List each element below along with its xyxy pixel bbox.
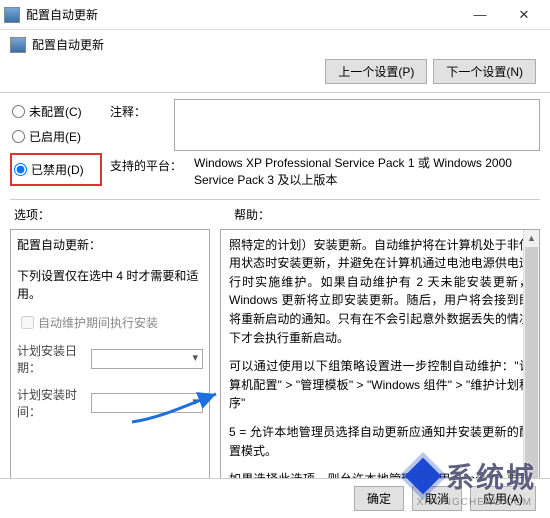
window-buttons: — ✕ <box>458 1 546 29</box>
platform-row: 支持的平台： Windows XP Professional Service P… <box>110 155 540 189</box>
radio-not-configured[interactable]: 未配置(C) <box>10 99 102 124</box>
titlebar: 配置自动更新 — ✕ <box>0 0 550 30</box>
next-setting-button[interactable]: 下一个设置(N) <box>433 59 536 84</box>
options-group-title: 配置自动更新： <box>17 236 203 253</box>
radio-enabled[interactable]: 已启用(E) <box>10 124 102 149</box>
app-icon <box>4 7 20 23</box>
radio-disabled-highlight: 已禁用(D) <box>10 153 102 186</box>
config-area: 未配置(C) 已启用(E) 已禁用(D) 注释： 支持的平台： Windows … <box>0 93 550 197</box>
radio-not-configured-label: 未配置(C) <box>29 103 82 120</box>
config-right: 注释： 支持的平台： Windows XP Professional Servi… <box>110 99 540 193</box>
help-scrollbar[interactable]: ▲ ▼ <box>523 230 539 500</box>
radio-not-configured-input[interactable] <box>12 105 25 118</box>
schedule-time-label: 计划安装时间： <box>17 386 91 420</box>
schedule-day-select[interactable] <box>91 349 203 369</box>
help-p2: 可以通过使用以下组策略设置进一步控制自动维护："计算机配置" > "管理模板" … <box>229 357 531 413</box>
nav-row: 上一个设置(P) 下一个设置(N) <box>0 55 550 93</box>
radio-disabled[interactable]: 已禁用(D) <box>12 157 98 182</box>
policy-title: 配置自动更新 <box>32 36 104 53</box>
schedule-day-label: 计划安装日期： <box>17 342 91 376</box>
options-pane: 配置自动更新： 下列设置仅在选中 4 时才需要和适用。 自动维护期间执行安装 计… <box>10 229 210 501</box>
schedule-day-row: 计划安装日期： <box>17 342 203 376</box>
policy-icon <box>10 37 26 53</box>
auto-maintenance-label: 自动维护期间执行安装 <box>38 314 158 331</box>
dialog-buttons: 确定 取消 应用(A) <box>0 478 550 518</box>
scroll-up-icon[interactable]: ▲ <box>524 230 539 246</box>
options-header: 选项： <box>14 206 214 223</box>
lower-headers: 选项： 帮助： <box>0 204 550 225</box>
close-button[interactable]: ✕ <box>502 1 546 29</box>
scroll-thumb[interactable] <box>525 247 538 483</box>
help-header: 帮助： <box>234 206 536 223</box>
platform-text: Windows XP Professional Service Pack 1 或… <box>194 155 540 189</box>
schedule-time-row: 计划安装时间： <box>17 386 203 420</box>
platform-label: 支持的平台： <box>110 155 194 189</box>
window-title: 配置自动更新 <box>26 6 458 23</box>
comment-row: 注释： <box>110 99 540 151</box>
radio-disabled-label: 已禁用(D) <box>31 161 84 178</box>
auto-maintenance-checkbox-row[interactable]: 自动维护期间执行安装 <box>17 313 203 332</box>
help-p1: 照特定的计划）安装更新。自动维护将在计算机处于非使用状态时安装更新，并避免在计算… <box>229 236 531 348</box>
comment-label: 注释： <box>110 99 174 151</box>
comment-input[interactable] <box>174 99 540 151</box>
divider <box>10 199 540 200</box>
ok-button[interactable]: 确定 <box>354 486 404 511</box>
radio-enabled-input[interactable] <box>12 130 25 143</box>
prev-setting-button[interactable]: 上一个设置(P) <box>325 59 427 84</box>
radio-disabled-input[interactable] <box>14 163 27 176</box>
lower-panes: 配置自动更新： 下列设置仅在选中 4 时才需要和适用。 自动维护期间执行安装 计… <box>0 225 550 509</box>
help-p3: 5 = 允许本地管理员选择自动更新应通知并安装更新的配置模式。 <box>229 423 531 460</box>
radio-enabled-label: 已启用(E) <box>29 128 81 145</box>
minimize-button[interactable]: — <box>458 1 502 29</box>
radio-group: 未配置(C) 已启用(E) 已禁用(D) <box>10 99 102 193</box>
help-pane: 照特定的计划）安装更新。自动维护将在计算机处于非使用状态时安装更新，并避免在计算… <box>220 229 540 501</box>
options-note: 下列设置仅在选中 4 时才需要和适用。 <box>17 267 203 303</box>
cancel-button[interactable]: 取消 <box>412 486 462 511</box>
auto-maintenance-checkbox[interactable] <box>21 316 34 329</box>
section-header: 配置自动更新 <box>0 30 550 55</box>
schedule-time-select[interactable] <box>91 393 203 413</box>
apply-button[interactable]: 应用(A) <box>470 486 536 511</box>
